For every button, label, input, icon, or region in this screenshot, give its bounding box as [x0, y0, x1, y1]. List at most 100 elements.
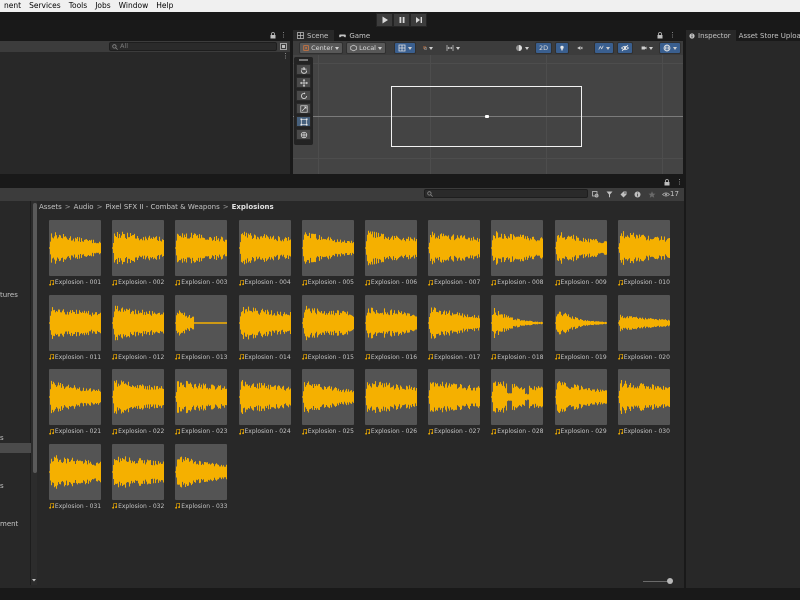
audio-asset-tile[interactable]: Explosion - 021: [47, 369, 103, 439]
menu-item[interactable]: Jobs: [91, 0, 114, 12]
tab-game[interactable]: Game: [335, 30, 378, 41]
scene-lock-icon[interactable]: [657, 32, 663, 39]
audio-asset-tile[interactable]: Explosion - 007: [426, 220, 482, 290]
grid-snap-button[interactable]: [394, 42, 416, 54]
gizmos-dropdown[interactable]: [659, 42, 681, 54]
search-by-type-icon[interactable]: [592, 191, 599, 198]
search-placeholder: All: [120, 42, 129, 50]
effects-dropdown[interactable]: [594, 42, 614, 54]
audio-asset-tile[interactable]: Explosion - 002: [110, 220, 166, 290]
audio-asset-tile[interactable]: Explosion - 022: [110, 369, 166, 439]
scene-viewport[interactable]: [293, 55, 683, 174]
audio-asset-tile[interactable]: Explosion - 004: [237, 220, 293, 290]
audio-asset-tile[interactable]: Explosion - 020: [616, 294, 672, 365]
filter-by-type-icon[interactable]: [606, 191, 613, 198]
lighting-toggle[interactable]: [555, 42, 569, 54]
space-local-dropdown[interactable]: Local: [346, 42, 386, 54]
drag-handle[interactable]: [299, 59, 308, 61]
audio-asset-tile[interactable]: Explosion - 006: [363, 220, 419, 290]
audio-asset-tile[interactable]: Explosion - 014: [237, 294, 293, 365]
breadcrumb-item[interactable]: Pixel SFX II - Combat & Weapons: [105, 203, 219, 211]
audio-asset-tile[interactable]: Explosion - 027: [426, 369, 482, 439]
increment-snap-button[interactable]: [419, 42, 437, 54]
panel-menu-icon[interactable]: ⋮: [280, 31, 287, 39]
folder-item[interactable]: s: [0, 434, 4, 442]
audio-asset-tile[interactable]: Explosion - 016: [363, 294, 419, 365]
audio-asset-tile[interactable]: Explosion - 029: [553, 369, 609, 439]
audio-asset-tile[interactable]: Explosion - 028: [489, 369, 545, 439]
audio-asset-tile[interactable]: Explosion - 026: [363, 369, 419, 439]
audio-asset-tile[interactable]: Explosion - 013: [173, 294, 229, 365]
audio-asset-tile[interactable]: Explosion - 009: [553, 220, 609, 290]
lock-icon[interactable]: [270, 32, 276, 39]
audio-asset-tile[interactable]: Explosion - 015: [300, 294, 356, 365]
move-tool-button[interactable]: [296, 77, 311, 88]
audio-asset-tile[interactable]: Explosion - 011: [47, 294, 103, 365]
audio-asset-tile[interactable]: Explosion - 005: [300, 220, 356, 290]
asset-name: Explosion - 023: [181, 428, 228, 435]
audio-asset-tile[interactable]: Explosion - 025: [300, 369, 356, 439]
project-menu-icon[interactable]: ⋮: [676, 178, 683, 186]
project-lock-icon[interactable]: [664, 179, 670, 186]
scene-menu-icon[interactable]: ⋮: [669, 31, 676, 39]
pause-button[interactable]: [393, 13, 410, 27]
play-button[interactable]: [376, 13, 393, 27]
breadcrumb-item[interactable]: Explosions: [232, 203, 274, 211]
tab-inspector[interactable]: Inspector: [686, 30, 736, 41]
audio-asset-tile[interactable]: Explosion - 019: [553, 294, 609, 365]
menu-item[interactable]: Services: [25, 0, 65, 12]
audio-asset-tile[interactable]: Explosion - 032: [110, 443, 166, 514]
audio-asset-tile[interactable]: Explosion - 003: [173, 220, 229, 290]
music-note-icon: [365, 354, 370, 360]
filter-icon[interactable]: [280, 43, 287, 50]
scene-visibility-toggle[interactable]: [617, 42, 633, 54]
audio-asset-tile[interactable]: Explosion - 012: [110, 294, 166, 365]
thumbnail-size-slider-knob[interactable]: [667, 578, 673, 584]
folder-item[interactable]: ment: [0, 520, 18, 528]
audio-asset-tile[interactable]: Explosion - 023: [173, 369, 229, 439]
menu-item[interactable]: Tools: [65, 0, 91, 12]
rect-tool-button[interactable]: [296, 116, 311, 127]
menu-item[interactable]: Window: [115, 0, 153, 12]
audio-toggle[interactable]: [573, 42, 587, 54]
breadcrumb-item[interactable]: Assets: [39, 203, 62, 211]
lightbulb-icon: [560, 45, 564, 51]
label-tag-icon[interactable]: [620, 191, 627, 198]
hand-tool-button[interactable]: [296, 64, 311, 75]
music-note-icon: [428, 354, 434, 360]
breadcrumb-item[interactable]: Audio: [74, 203, 94, 211]
project-search-input[interactable]: [424, 189, 588, 198]
hierarchy-search-input[interactable]: All: [109, 42, 277, 51]
scroll-down-arrow-icon[interactable]: [31, 577, 37, 583]
menu-item[interactable]: Help: [152, 0, 177, 12]
audio-asset-tile[interactable]: Explosion - 010: [616, 220, 672, 290]
align-button[interactable]: [442, 42, 464, 54]
favorite-star-icon[interactable]: [648, 191, 656, 198]
audio-asset-tile[interactable]: Explosion - 031: [47, 443, 103, 514]
pivot-center-dropdown[interactable]: Center: [299, 42, 343, 54]
asset-label: Explosion - 010: [616, 278, 672, 287]
audio-asset-tile[interactable]: Explosion - 001: [47, 220, 103, 290]
transform-tool-button[interactable]: [296, 129, 311, 140]
folder-item[interactable]: s: [0, 482, 4, 490]
tab-asset-store-uploade[interactable]: Asset Store Uploade: [736, 30, 800, 41]
folder-item[interactable]: tures: [0, 291, 18, 299]
audio-asset-tile[interactable]: Explosion - 024: [237, 369, 293, 439]
tab-scene[interactable]: Scene: [293, 30, 336, 41]
camera-settings-dropdown[interactable]: [637, 42, 657, 54]
menu-item[interactable]: nent: [0, 0, 25, 12]
hidden-packages-eye-icon[interactable]: [662, 191, 670, 198]
rotate-tool-button[interactable]: [296, 90, 311, 101]
hierarchy-options-icon[interactable]: ⋮: [282, 52, 289, 60]
toggle-2d-button[interactable]: 2D: [535, 42, 552, 54]
draw-mode-dropdown[interactable]: [511, 42, 535, 54]
step-button[interactable]: [410, 13, 427, 27]
scale-tool-button[interactable]: [296, 103, 311, 114]
audio-asset-tile[interactable]: Explosion - 030: [616, 369, 672, 439]
audio-asset-tile[interactable]: Explosion - 017: [426, 294, 482, 365]
audio-asset-tile[interactable]: Explosion - 018: [489, 294, 545, 365]
folder-tree-scroll-thumb[interactable]: [33, 203, 37, 473]
info-circle-icon[interactable]: [634, 191, 641, 198]
audio-asset-tile[interactable]: Explosion - 033: [173, 443, 229, 514]
audio-asset-tile[interactable]: Explosion - 008: [489, 220, 545, 290]
